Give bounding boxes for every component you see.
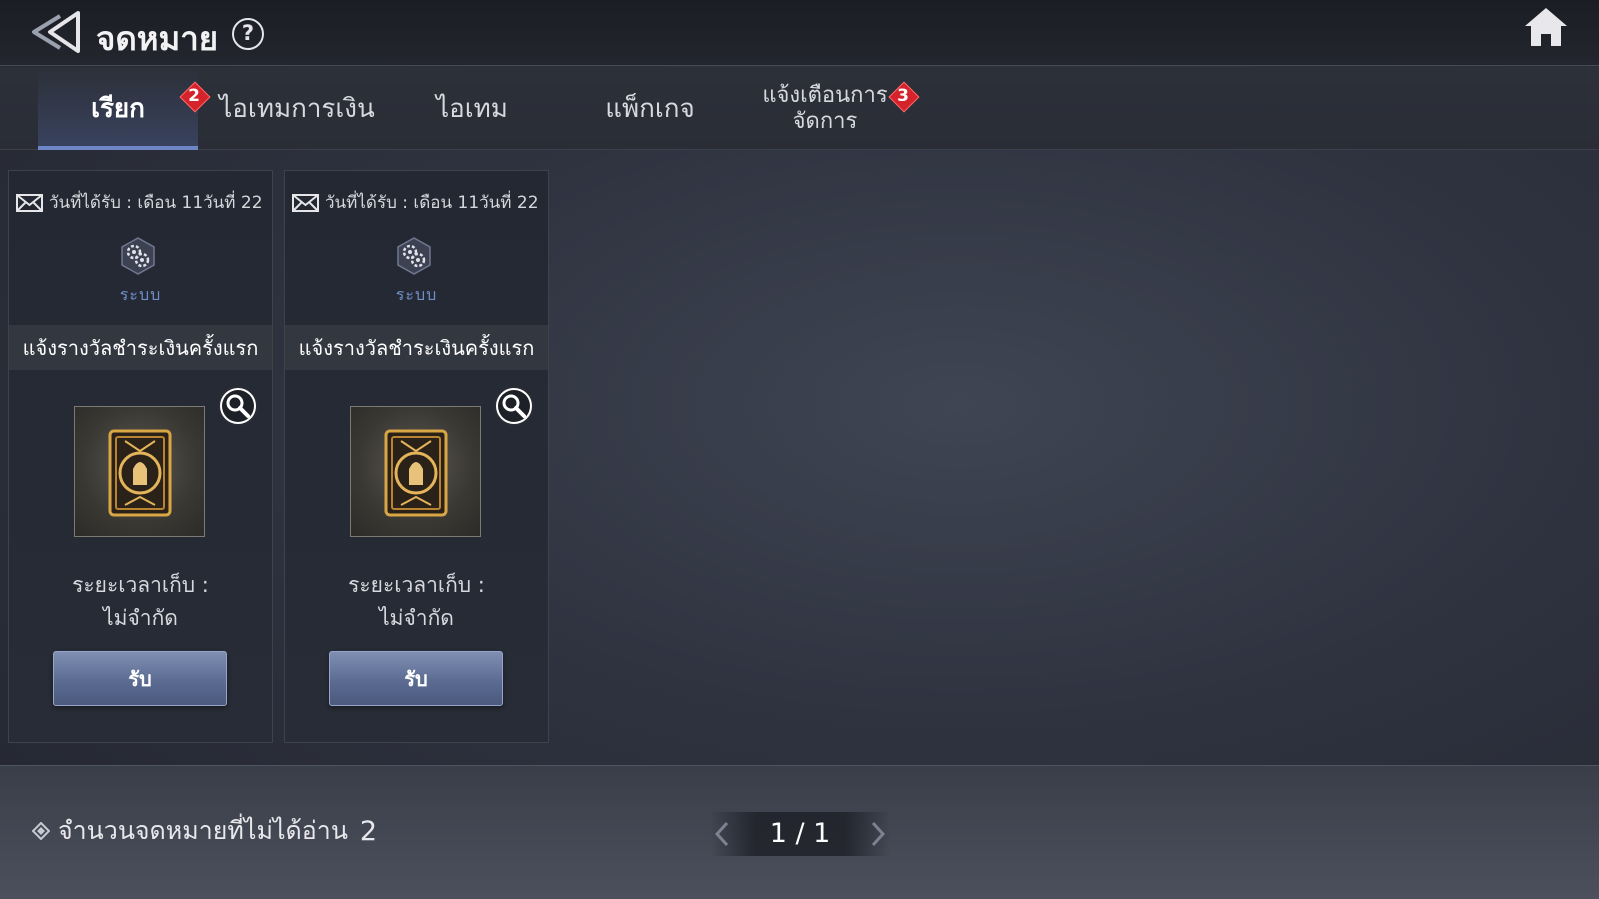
- golden-card-item-icon: [384, 429, 448, 517]
- mail-subject: แจ้งรางวัลชำระเงินครั้งแรก: [285, 325, 548, 370]
- tab-call[interactable]: เรียก: [38, 67, 198, 150]
- tab-label: เรียก: [91, 94, 145, 124]
- date-text: วันที่ได้รับ : เดือน 11วันที่ 22: [325, 193, 539, 213]
- tab-management-notices[interactable]: แจ้งเตือนการ จัดการ: [740, 67, 910, 150]
- mail-subject: แจ้งรางวัลชำระเงินครั้งแรก: [9, 325, 272, 370]
- storage-period: ระยะเวลาเก็บ : ไม่จำกัด: [9, 569, 272, 635]
- magnifier-icon[interactable]: [217, 385, 259, 427]
- notification-badge: 2: [181, 83, 207, 109]
- reward-item-slot[interactable]: [74, 406, 205, 537]
- storage-period-value: ไม่จำกัด: [103, 606, 178, 630]
- unread-label: จำนวนจดหมายที่ไม่ได้อ่าน: [58, 816, 348, 845]
- tab-packages[interactable]: แพ็กเกจ: [565, 67, 735, 150]
- mail-card: วันที่ได้รับ : เดือน 11วันที่ 22 ระบบ แจ…: [8, 170, 273, 743]
- chevron-left-icon[interactable]: [710, 820, 734, 848]
- mail-card: วันที่ได้รับ : เดือน 11วันที่ 22 ระบบ แจ…: [284, 170, 549, 743]
- notification-badge: 3: [890, 83, 916, 109]
- footer-bar: จำนวนจดหมายที่ไม่ได้อ่าน 2 1 / 1: [0, 765, 1599, 899]
- help-icon[interactable]: ?: [232, 18, 264, 50]
- diamond-bullet-icon: [32, 822, 50, 840]
- tab-label: ไอเทมการเงิน: [219, 94, 375, 124]
- home-icon[interactable]: [1523, 6, 1569, 48]
- magnifier-icon[interactable]: [493, 385, 535, 427]
- tab-label-line1: แจ้งเตือนการ: [762, 82, 888, 108]
- sender-label: ระบบ: [119, 285, 162, 304]
- tab-label: แพ็กเกจ: [605, 94, 695, 124]
- page-indicator: 1 / 1: [769, 818, 831, 849]
- storage-period-label: ระยะเวลาเก็บ :: [72, 573, 209, 597]
- system-gears-icon: [121, 237, 155, 275]
- pagination: 1 / 1: [710, 812, 890, 856]
- reward-item-slot[interactable]: [350, 406, 481, 537]
- sender-label: ระบบ: [395, 285, 438, 304]
- received-date: วันที่ได้รับ : เดือน 11วันที่ 22: [16, 189, 263, 216]
- back-arrow-icon[interactable]: [30, 10, 84, 54]
- date-text: วันที่ได้รับ : เดือน 11วันที่ 22: [49, 193, 263, 213]
- tab-label: ไอเทม: [436, 94, 508, 124]
- badge-count: 2: [188, 86, 200, 106]
- received-date: วันที่ได้รับ : เดือน 11วันที่ 22: [292, 189, 539, 216]
- envelope-icon: [16, 193, 43, 212]
- receive-button[interactable]: รับ: [53, 651, 227, 706]
- storage-period: ระยะเวลาเก็บ : ไม่จำกัด: [285, 569, 548, 635]
- page-title: จดหมาย: [96, 19, 219, 58]
- system-gears-icon: [397, 237, 431, 275]
- badge-count: 3: [897, 86, 909, 106]
- storage-period-value: ไม่จำกัด: [379, 606, 454, 630]
- unread-mail-counter: จำนวนจดหมายที่ไม่ได้อ่าน 2: [32, 811, 377, 851]
- tab-items[interactable]: ไอเทม: [392, 67, 552, 150]
- tab-currency-items[interactable]: ไอเทมการเงิน: [212, 67, 382, 150]
- storage-period-label: ระยะเวลาเก็บ :: [348, 573, 485, 597]
- chevron-right-icon[interactable]: [866, 820, 890, 848]
- unread-count: 2: [359, 815, 378, 847]
- top-bar: จดหมาย ?: [0, 0, 1599, 66]
- golden-card-item-icon: [108, 429, 172, 517]
- tab-label-line2: จัดการ: [792, 108, 858, 134]
- envelope-icon: [292, 193, 319, 212]
- receive-button[interactable]: รับ: [329, 651, 503, 706]
- mail-tabs: เรียก 2 ไอเทมการเงิน ไอเทม แพ็กเกจ แจ้งเ…: [0, 67, 1599, 150]
